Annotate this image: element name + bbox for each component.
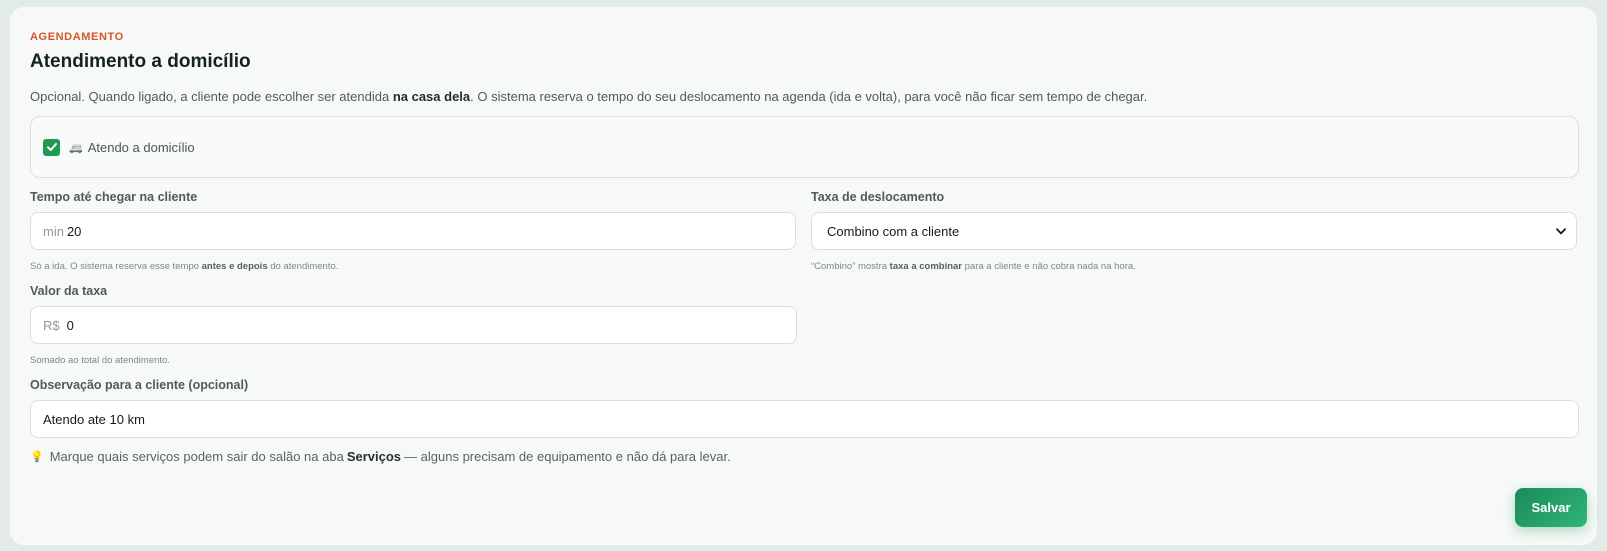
travel-fee-group: Taxa de deslocamento Combino com a clien…	[811, 189, 1577, 273]
fee-value-hint: Somado ao total do atendimento.	[30, 355, 170, 366]
tip-text: Marque quais serviços podem sair do salã…	[49, 449, 344, 464]
note-label: Observação para a cliente (opcional)	[30, 378, 249, 392]
van-icon: 🚐	[69, 141, 83, 154]
fee-value-label: Valor da taxa	[30, 284, 108, 298]
fee-value-group: Valor da taxa R$ 0 Somado ao total do at…	[30, 283, 797, 367]
lightbulb-icon: 💡	[30, 451, 44, 463]
section-title: Atendimento a domicílio	[30, 51, 251, 72]
home-service-label[interactable]: 🚐 Atendo a domicílio	[69, 140, 195, 155]
travel-time-label: Tempo até chegar na cliente	[30, 190, 198, 204]
tip-text-end: — alguns precisam de equipamento e não d…	[404, 449, 731, 464]
travel-time-hint-text: Só a ida. O sistema reserva esse tempo	[30, 261, 202, 272]
travel-time-hint-end: do atendimento.	[267, 261, 339, 272]
services-tip: 💡 Marque quais serviços podem sair do sa…	[30, 449, 1577, 465]
currency-prefix: R$	[43, 317, 60, 333]
section-description: Opcional. Quando ligado, a cliente pode …	[30, 89, 1577, 105]
travel-fee-label: Taxa de deslocamento	[811, 190, 945, 204]
note-group: Observação para a cliente (opcional) Ate…	[30, 377, 1579, 438]
travel-fee-hint-end: para a cliente e não cobra nada na hora.	[962, 261, 1136, 272]
travel-fee-hint-text: “Combino” mostra	[811, 261, 890, 272]
check-icon	[46, 143, 57, 151]
home-service-card: AGENDAMENTO Atendimento a domicílio Opci…	[10, 7, 1597, 545]
travel-fee-hint-bold: taxa a combinar	[889, 261, 963, 272]
note-value: Atendo ate 10 km	[43, 411, 145, 427]
minutes-prefix: min	[43, 223, 64, 239]
section-eyebrow: AGENDAMENTO	[30, 31, 124, 43]
travel-fee-hint: “Combino” mostra taxa a combinar para a …	[811, 261, 1577, 273]
travel-time-hint-bold: antes e depois	[201, 261, 268, 272]
chevron-down-icon	[1556, 227, 1566, 234]
description-text-end: . O sistema reserva o tempo do seu deslo…	[470, 89, 1148, 104]
home-service-checkbox[interactable]	[43, 138, 60, 156]
tip-services-link[interactable]: Serviços	[347, 449, 401, 465]
travel-fee-selected: Combino com a cliente	[827, 223, 960, 239]
description-bold: na casa dela	[392, 89, 471, 104]
travel-time-group: Tempo até chegar na cliente min 20 Só a …	[30, 189, 796, 273]
travel-time-hint: Só a ida. O sistema reserva esse tempo a…	[30, 261, 796, 273]
home-service-label-text: Atendo a domicílio	[87, 139, 195, 155]
save-button[interactable]: Salvar	[1515, 488, 1587, 527]
description-text: Opcional. Quando ligado, a cliente pode …	[30, 89, 393, 104]
travel-time-input[interactable]: min 20	[30, 212, 796, 250]
fee-value-value: 0	[66, 317, 74, 333]
home-service-toggle-box[interactable]: 🚐 Atendo a domicílio	[30, 116, 1579, 178]
fee-value-input[interactable]: R$ 0	[30, 306, 797, 344]
travel-fee-select[interactable]: Combino com a cliente	[811, 212, 1577, 250]
travel-time-value: 20	[66, 223, 82, 239]
note-input[interactable]: Atendo ate 10 km	[30, 400, 1579, 438]
